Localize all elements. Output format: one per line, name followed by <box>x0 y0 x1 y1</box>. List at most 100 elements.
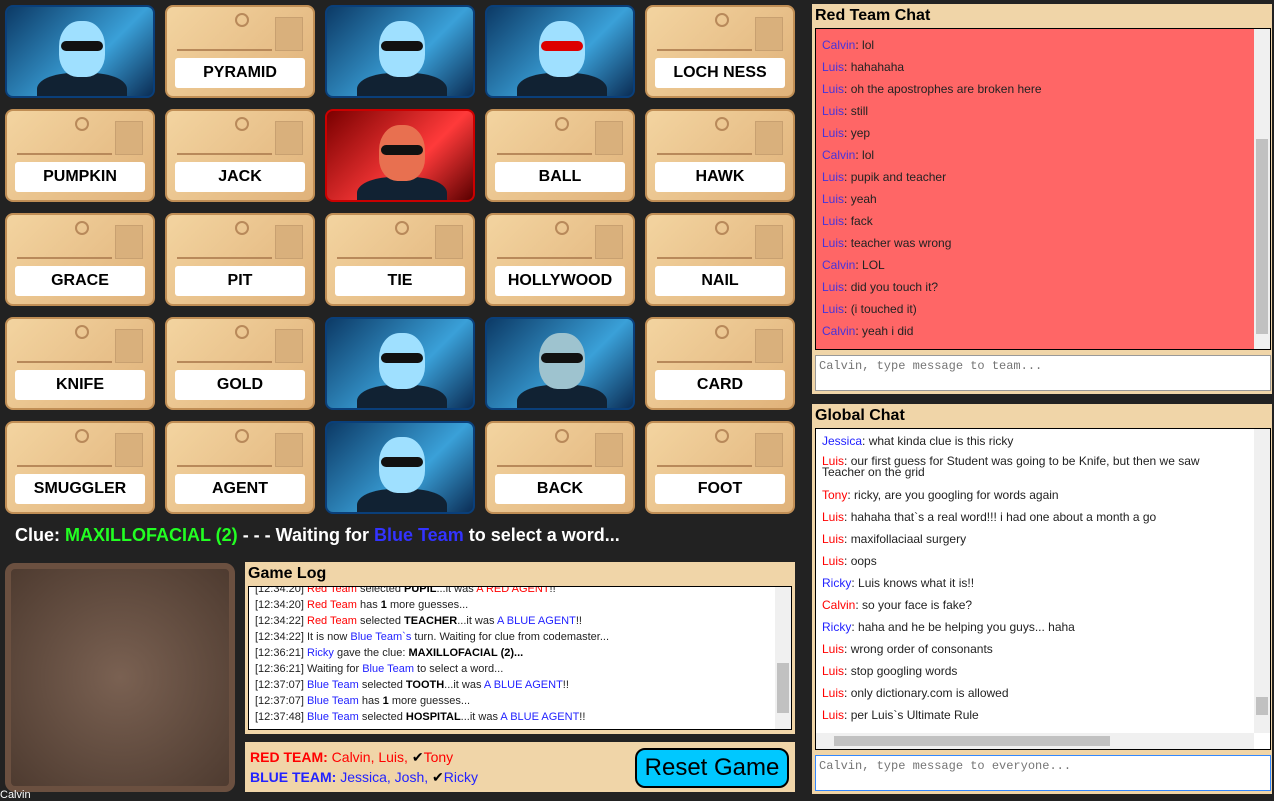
global-message-input[interactable] <box>815 755 1271 791</box>
chat-author: Luis <box>822 664 845 678</box>
scrollbar[interactable] <box>1254 429 1270 733</box>
chat-text: did you touch it? <box>850 280 939 294</box>
word-card[interactable]: KNIFE <box>5 317 155 410</box>
word-card[interactable]: PYRAMID <box>165 5 315 98</box>
red-agent-card[interactable] <box>325 109 475 202</box>
word-label: PUMPKIN <box>15 162 145 192</box>
word-card[interactable]: CARD <box>645 317 795 410</box>
word-label: LOCH NESS <box>655 58 785 88</box>
card-board <box>5 563 235 792</box>
chat-message: Luis: oops <box>822 554 877 568</box>
chat-text: yeah i did <box>862 324 914 338</box>
chat-author: Calvin <box>822 38 856 52</box>
log-entry: [12:36:21] Ricky gave the clue: MAXILLOF… <box>255 647 524 659</box>
log-entry: [12:36:21] Waiting for Blue Team to sele… <box>255 663 504 675</box>
blue-agent-card[interactable] <box>325 5 475 98</box>
word-label: PYRAMID <box>175 58 305 88</box>
word-label: HAWK <box>655 162 785 192</box>
word-card[interactable]: LOCH NESS <box>645 5 795 98</box>
word-label: GRACE <box>15 266 145 296</box>
clue-word: MAXILLOFACIAL (2) <box>65 525 238 545</box>
word-card[interactable]: SMUGGLER <box>5 421 155 514</box>
log-entry: [12:34:20] Red Team has 1 more guesses..… <box>255 599 469 611</box>
log-entry: [12:37:07] Blue Team selected TOOTH...it… <box>255 679 569 691</box>
blue-agent-card[interactable] <box>325 421 475 514</box>
chat-text: so your face is fake? <box>862 598 973 612</box>
chat-author: Luis <box>822 236 845 250</box>
word-card[interactable]: BALL <box>485 109 635 202</box>
log-entry: [12:37:48] Blue Team selected HOSPITAL..… <box>255 711 586 723</box>
chat-author: Luis <box>822 192 845 206</box>
chat-author: Luis <box>822 82 845 96</box>
chat-message: Luis: hahaha that`s a real word!!! i had… <box>822 510 1157 524</box>
chat-message: Ricky: haha and he be helping you guys..… <box>822 620 1075 634</box>
blue-agent-card[interactable] <box>5 5 155 98</box>
chat-text: hahahaha <box>850 60 905 74</box>
chat-message: Luis: teacher was wrong <box>822 236 952 250</box>
chat-text: haha and he be helping you guys... haha <box>858 620 1075 634</box>
chat-author: Luis <box>822 554 845 568</box>
word-card[interactable]: HOLLYWOOD <box>485 213 635 306</box>
word-card[interactable]: FOOT <box>645 421 795 514</box>
chat-text: still <box>850 104 869 118</box>
chat-message: Jessica: what kinda clue is this ricky <box>822 434 1014 448</box>
blue-agent-card[interactable] <box>325 317 475 410</box>
chat-message: Luis: yep <box>822 126 871 140</box>
clue-status: Clue: MAXILLOFACIAL (2) - - - Waiting fo… <box>15 525 620 545</box>
chat-text: per Luis`s Ultimate Rule <box>850 708 979 722</box>
word-card[interactable]: PIT <box>165 213 315 306</box>
blue-agent-card[interactable] <box>485 317 635 410</box>
word-card[interactable]: GOLD <box>165 317 315 410</box>
chat-author: Ricky <box>822 620 852 634</box>
red-team-roster: RED TEAM: Calvin, Luis, ✔Tony <box>250 749 454 765</box>
chat-author: Luis <box>822 532 845 546</box>
word-card[interactable]: JACK <box>165 109 315 202</box>
log-entry: [12:34:20] Red Team selected PUPIL...it … <box>255 586 556 595</box>
chat-author: Luis <box>822 60 845 74</box>
word-card[interactable]: AGENT <box>165 421 315 514</box>
reset-game-button[interactable]: Reset Game <box>635 748 789 788</box>
word-label: CARD <box>655 370 785 400</box>
chat-message: Luis: did you touch it? <box>822 280 939 294</box>
log-entry: [12:34:22] It is now Blue Team`s turn. W… <box>255 631 609 643</box>
chat-author: Luis <box>822 214 845 228</box>
chat-message: Calvin: lol <box>822 148 875 162</box>
chat-author: Luis <box>822 104 845 118</box>
chat-text: hahaha that`s a real word!!! i had one a… <box>850 510 1157 524</box>
chat-text: wrong order of consonants <box>850 642 993 656</box>
chat-text: pupik and teacher <box>850 170 947 184</box>
chat-author: Luis <box>822 510 845 524</box>
current-user: Calvin <box>0 789 31 801</box>
word-label: PIT <box>175 266 305 296</box>
team-message-input[interactable] <box>815 355 1271 391</box>
word-card[interactable]: NAIL <box>645 213 795 306</box>
scrollbar[interactable] <box>1254 29 1270 349</box>
word-card[interactable]: BACK <box>485 421 635 514</box>
word-card[interactable]: TIE <box>325 213 475 306</box>
chat-author: Tony <box>822 488 848 502</box>
chat-text: Luis knows what it is!! <box>858 576 975 590</box>
chat-text: fack <box>850 214 873 228</box>
chat-text: (i touched it) <box>850 302 917 316</box>
global-chat-panel: Global Chat Jessica: what kinda clue is … <box>812 404 1272 794</box>
word-card[interactable]: PUMPKIN <box>5 109 155 202</box>
chat-text: yep <box>850 126 871 140</box>
scrollbar[interactable] <box>775 587 791 729</box>
chat-author: Luis <box>822 170 845 184</box>
chat-message: Calvin: so your face is fake? <box>822 598 973 612</box>
chat-text: yeah <box>850 192 877 206</box>
chat-message: Luis: hahahaha <box>822 60 905 74</box>
chat-message: Luis: pupik and teacher <box>822 170 947 184</box>
chat-author: Ricky <box>822 576 852 590</box>
chat-text: only dictionary.com is allowed <box>850 686 1009 700</box>
word-label: SMUGGLER <box>15 474 145 504</box>
chat-author: Luis <box>822 642 845 656</box>
horizontal-scrollbar[interactable] <box>816 733 1254 749</box>
blue-agent-card[interactable] <box>485 5 635 98</box>
word-card[interactable]: GRACE <box>5 213 155 306</box>
chat-text: ricky, are you googling for words again <box>854 488 1059 502</box>
word-card[interactable]: HAWK <box>645 109 795 202</box>
word-label: TIE <box>335 266 465 296</box>
global-chat-messages: Jessica: what kinda clue is this ricky Lu… <box>815 428 1271 750</box>
word-label: FOOT <box>655 474 785 504</box>
